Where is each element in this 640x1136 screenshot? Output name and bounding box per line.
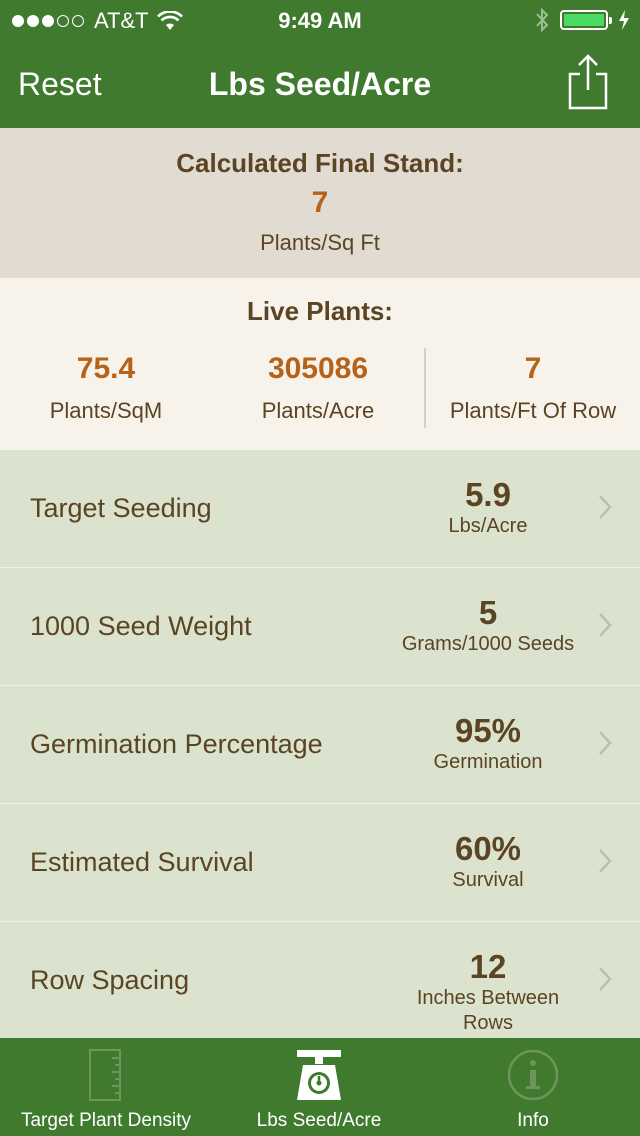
- row-value-number: 12: [469, 948, 507, 985]
- chevron-right-icon: [599, 731, 612, 755]
- live-value: 75.4: [76, 352, 136, 385]
- row-value: 95% Germination: [400, 712, 576, 775]
- row-survival[interactable]: Estimated Survival 60% Survival: [0, 804, 640, 922]
- tab-bar: Target Plant Density Lbs Seed/Acre Info: [0, 1038, 640, 1136]
- status-right: [534, 8, 630, 32]
- live-plants-title: Live Plants:: [247, 296, 393, 326]
- row-target-seeding[interactable]: Target Seeding 5.9 Lbs/Acre: [0, 450, 640, 568]
- live-unit: Plants/Ft Of Row: [449, 398, 617, 423]
- ruler-icon: [89, 1049, 121, 1101]
- row-label: Estimated Survival: [30, 847, 254, 877]
- chevron-right-icon: [599, 967, 612, 991]
- final-stand-title: Calculated Final Stand:: [176, 148, 464, 178]
- row-label: 1000 Seed Weight: [30, 611, 252, 641]
- row-value-unit: Germination: [433, 751, 543, 773]
- live-plants-per-sqm: 75.4 Plants/SqM: [0, 352, 212, 424]
- row-value-unit: Inches Between Rows: [416, 987, 560, 1034]
- row-value-unit: Lbs/Acre: [448, 515, 528, 537]
- navigation-bar: Reset Lbs Seed/Acre: [0, 40, 640, 128]
- row-value: 5.9 Lbs/Acre: [400, 476, 576, 539]
- tab-label: Lbs Seed/Acre: [256, 1110, 382, 1131]
- final-stand-panel: Calculated Final Stand: 7 Plants/Sq Ft: [0, 128, 640, 278]
- tab-target-plant-density[interactable]: Target Plant Density: [0, 1038, 212, 1136]
- row-label: Row Spacing: [30, 965, 190, 995]
- row-value-number: 5: [478, 594, 498, 631]
- info-icon: [507, 1049, 559, 1101]
- row-label: Target Seeding: [30, 493, 212, 523]
- live-value: 7: [524, 352, 542, 385]
- row-row-spacing[interactable]: Row Spacing 12 Inches Between Rows: [0, 922, 640, 1040]
- battery-icon: [560, 10, 612, 30]
- live-value: 305086: [267, 352, 369, 385]
- chevron-right-icon: [599, 849, 612, 873]
- tab-lbs-seed-acre[interactable]: Lbs Seed/Acre: [212, 1038, 426, 1136]
- row-value-unit: Survival: [452, 869, 524, 891]
- final-stand-value: 7: [311, 186, 329, 219]
- tab-label: Target Plant Density: [20, 1110, 192, 1131]
- status-bar: AT&T 9:49 AM: [0, 0, 640, 40]
- row-value: 60% Survival: [400, 830, 576, 893]
- row-value-unit: Grams/1000 Seeds: [401, 633, 575, 655]
- live-unit: Plants/SqM: [49, 398, 163, 423]
- live-plants-panel: Live Plants: 75.4 Plants/SqM 305086 Plan…: [0, 278, 640, 450]
- scale-icon: [297, 1050, 341, 1100]
- share-icon[interactable]: [566, 54, 610, 110]
- row-value: 5 Grams/1000 Seeds: [400, 594, 576, 657]
- final-stand-unit: Plants/Sq Ft: [260, 230, 380, 255]
- charging-bolt-icon: [619, 10, 629, 30]
- row-value-number: 60%: [454, 830, 522, 867]
- row-germination[interactable]: Germination Percentage 95% Germination: [0, 686, 640, 804]
- tab-info[interactable]: Info: [426, 1038, 640, 1136]
- live-plants-per-acre: 305086 Plants/Acre: [212, 352, 424, 424]
- page-title: Lbs Seed/Acre: [208, 66, 432, 102]
- row-seed-weight[interactable]: 1000 Seed Weight 5 Grams/1000 Seeds: [0, 568, 640, 686]
- chevron-right-icon: [599, 613, 612, 637]
- row-label: Germination Percentage: [30, 729, 323, 759]
- bluetooth-icon: [536, 8, 549, 32]
- chevron-right-icon: [599, 495, 612, 519]
- live-unit: Plants/Acre: [261, 398, 375, 423]
- settings-list: Target Seeding 5.9 Lbs/Acre 1000 Seed We…: [0, 450, 640, 1040]
- row-value: 12 Inches Between Rows: [400, 948, 576, 1036]
- row-value-number: 95%: [454, 712, 522, 749]
- tab-label: Info: [517, 1110, 549, 1131]
- live-plants-per-ft-row: 7 Plants/Ft Of Row: [426, 352, 640, 424]
- row-value-number: 5.9: [465, 476, 511, 513]
